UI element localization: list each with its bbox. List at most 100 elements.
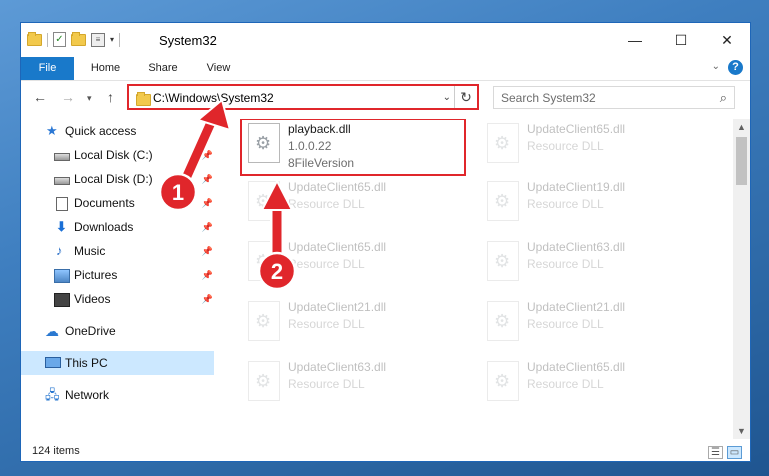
- minimize-button[interactable]: —: [612, 23, 658, 57]
- dll-file-icon: [487, 361, 519, 401]
- tab-view[interactable]: View: [196, 57, 241, 80]
- file-item[interactable]: UpdateClient63.dll Resource DLL: [240, 357, 460, 415]
- drive-icon: [54, 177, 70, 185]
- sidebar-item-pictures[interactable]: Pictures 📌: [21, 263, 217, 287]
- back-arrow-icon[interactable]: ←: [33, 89, 47, 105]
- sidebar-item-local-disk-d[interactable]: Local Disk (D:) 📌: [21, 167, 217, 191]
- sidebar-item-videos[interactable]: Videos 📌: [21, 287, 217, 311]
- file-description: Resource DLL: [527, 377, 604, 391]
- up-arrow-icon[interactable]: ↑: [107, 89, 114, 105]
- tab-share[interactable]: Share: [139, 57, 187, 80]
- recent-locations-chevron-icon[interactable]: ▾: [87, 93, 92, 104]
- scroll-up-arrow-icon[interactable]: ▲: [733, 119, 750, 135]
- tab-file[interactable]: File: [21, 57, 74, 80]
- sidebar-item-label: Quick access: [65, 124, 137, 138]
- close-button[interactable]: ✕: [704, 23, 750, 57]
- sidebar-item-music[interactable]: ♪ Music 📌: [21, 239, 217, 263]
- address-history-chevron-icon[interactable]: ⌄: [443, 92, 451, 103]
- file-description: Resource DLL: [288, 377, 365, 391]
- drive-icon: [54, 153, 70, 161]
- refresh-icon[interactable]: ↻: [454, 86, 477, 108]
- file-item[interactable]: UpdateClient65.dll Resource DLL: [479, 119, 699, 177]
- folder-icon: [27, 31, 42, 46]
- sidebar-item-label: OneDrive: [65, 324, 116, 338]
- search-placeholder: Search System32: [501, 91, 596, 105]
- details-view-icon[interactable]: ☰: [708, 446, 723, 459]
- forward-arrow-icon[interactable]: →: [61, 89, 75, 105]
- title-bar: ✓ ≡ ▾ System32 — ☐ ✕: [21, 23, 750, 57]
- item-count: 124 items: [32, 445, 80, 457]
- file-item[interactable]: UpdateClient21.dll Resource DLL: [240, 297, 460, 355]
- properties-checkmark-icon[interactable]: ✓: [53, 32, 66, 47]
- sidebar-item-network[interactable]: 🖧 Network: [21, 383, 217, 407]
- pin-icon: 📌: [201, 270, 213, 280]
- file-item[interactable]: UpdateClient19.dll Resource DLL: [479, 177, 699, 235]
- sidebar-item-quick-access[interactable]: ★ Quick access: [21, 119, 217, 143]
- sidebar-item-onedrive[interactable]: ☁ OneDrive: [21, 319, 217, 343]
- expand-ribbon-chevron-icon[interactable]: ⌄: [712, 61, 720, 72]
- vertical-scrollbar[interactable]: ▲ ▼: [733, 119, 750, 439]
- dll-file-icon: [248, 181, 280, 221]
- file-name: UpdateClient63.dll: [288, 360, 387, 374]
- pin-icon: 📌: [201, 174, 213, 184]
- file-item[interactable]: UpdateClient65.dll Resource DLL: [479, 357, 699, 415]
- navigation-bar: ← → ▾ ↑ C:\Windows\System32 ⌄ ↻ Search S…: [21, 81, 750, 115]
- search-input[interactable]: Search System32 ⌕: [493, 86, 735, 109]
- sidebar-item-label: Network: [65, 388, 110, 402]
- file-description: Resource DLL: [288, 197, 365, 211]
- highlight-box: [240, 119, 466, 176]
- file-description: Resource DLL: [288, 257, 365, 271]
- file-item[interactable]: UpdateClient21.dll Resource DLL: [479, 297, 699, 355]
- music-icon: ♪: [56, 243, 63, 258]
- customize-toolbar-dropdown-icon[interactable]: ▾: [110, 35, 114, 44]
- pin-icon: 📌: [201, 246, 213, 256]
- sidebar-item-this-pc[interactable]: This PC: [21, 351, 214, 375]
- ribbon-tabs: File Home Share View ⌄ ?: [21, 57, 750, 81]
- file-description: Resource DLL: [527, 257, 604, 271]
- sidebar-item-downloads[interactable]: ⬇ Downloads 📌: [21, 215, 217, 239]
- properties-icon[interactable]: ≡: [91, 32, 105, 47]
- file-name: UpdateClient65.dll: [527, 360, 626, 374]
- file-item[interactable]: UpdateClient63.dll Resource DLL: [479, 237, 699, 295]
- pin-icon: 📌: [201, 150, 213, 160]
- star-icon: ★: [46, 123, 58, 138]
- window-title: System32: [159, 33, 217, 48]
- pin-icon: 📌: [201, 222, 213, 232]
- quick-access-toolbar: ✓ ≡ ▾: [27, 31, 121, 47]
- dll-file-icon: [487, 241, 519, 281]
- file-name: UpdateClient65.dll: [527, 122, 626, 136]
- sidebar-item-label: Videos: [74, 292, 111, 306]
- scroll-down-arrow-icon[interactable]: ▼: [733, 423, 750, 439]
- file-item[interactable]: UpdateClient65.dll Resource DLL: [240, 237, 460, 295]
- download-icon: ⬇: [56, 219, 67, 234]
- file-name: UpdateClient63.dll: [527, 240, 626, 254]
- dll-file-icon: [248, 301, 280, 341]
- new-folder-icon[interactable]: [71, 31, 86, 46]
- file-name: UpdateClient65.dll: [288, 240, 387, 254]
- file-description: Resource DLL: [527, 317, 604, 331]
- toolbar-divider: [119, 32, 121, 47]
- pin-icon: 📌: [201, 198, 213, 208]
- sidebar-item-documents[interactable]: Documents 📌: [21, 191, 217, 215]
- cloud-icon: ☁: [45, 323, 59, 339]
- file-item[interactable]: UpdateClient65.dll Resource DLL: [240, 177, 460, 235]
- address-bar[interactable]: C:\Windows\System32 ⌄ ↻: [127, 84, 479, 110]
- large-icons-view-icon[interactable]: ▭: [727, 446, 742, 459]
- file-list: playback.dll 1.0.0.22 8FileVersion Updat…: [226, 119, 734, 435]
- help-icon[interactable]: ?: [728, 60, 743, 75]
- sidebar-item-label: Local Disk (C:): [74, 148, 153, 162]
- maximize-button[interactable]: ☐: [658, 23, 704, 57]
- sidebar-item-label: Documents: [74, 196, 135, 210]
- pin-icon: 📌: [201, 294, 213, 304]
- sidebar-item-local-disk-c[interactable]: Local Disk (C:) 📌: [21, 143, 217, 167]
- tab-home[interactable]: Home: [83, 57, 128, 80]
- network-icon: 🖧: [45, 387, 60, 402]
- file-description: Resource DLL: [527, 139, 604, 153]
- dll-file-icon: [487, 123, 519, 163]
- file-name: UpdateClient21.dll: [527, 300, 626, 314]
- address-path[interactable]: C:\Windows\System32: [153, 91, 274, 105]
- scrollbar-thumb[interactable]: [736, 137, 747, 185]
- dll-file-icon: [487, 301, 519, 341]
- pictures-icon: [54, 269, 70, 283]
- dll-file-icon: [248, 241, 280, 281]
